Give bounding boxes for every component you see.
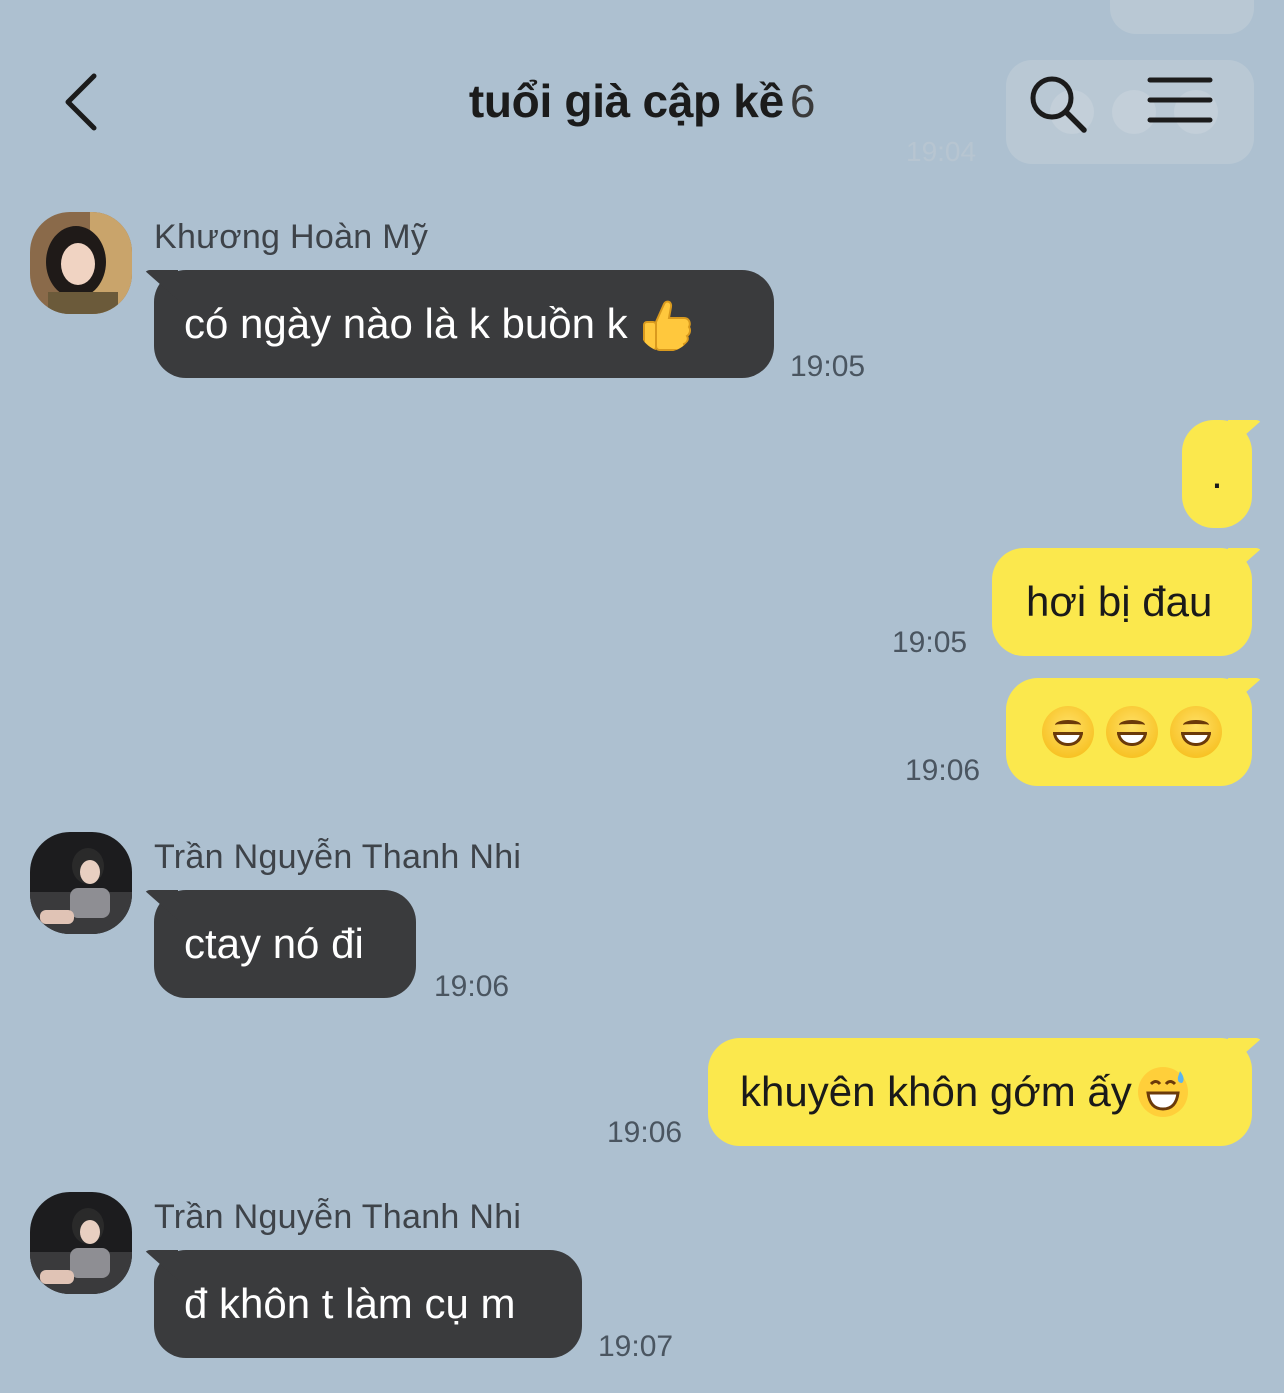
incoming-message-bubble[interactable]: đ khôn t làm cụ m — [154, 1250, 582, 1358]
outgoing-message-bubble[interactable]: hơi bị đau — [992, 548, 1252, 656]
thumbs-up-icon — [642, 300, 691, 351]
chat-title: tuổi già cập kề 6 — [0, 74, 1284, 128]
grinning-face-icon — [1170, 706, 1222, 758]
message-text: . — [1211, 450, 1223, 497]
search-icon[interactable] — [1026, 72, 1090, 136]
ghost-timestamp: 19:04 — [906, 136, 977, 167]
message-text: hơi bị đau — [1026, 578, 1213, 625]
message-text: có ngày nào là k buồn k — [184, 300, 628, 347]
message-timestamp: 19:05 — [892, 626, 968, 659]
outgoing-message-bubble[interactable]: . — [1182, 420, 1252, 528]
sender-name: Khương Hoàn Mỹ — [154, 218, 429, 256]
message-timestamp: 19:06 — [607, 1116, 683, 1149]
sender-name: Trần Nguyễn Thanh Nhi — [154, 838, 522, 876]
message-timestamp: 19:06 — [434, 970, 510, 1003]
ghost-bubble-top — [1110, 0, 1254, 34]
message-text: đ khôn t làm cụ m — [184, 1280, 516, 1327]
grinning-face-icon — [1042, 706, 1094, 758]
outgoing-message-bubble[interactable]: khuyên khôn gớm ấy — [708, 1038, 1252, 1146]
chat-room-name: tuổi già cập kề — [468, 75, 784, 127]
message-text: ctay nó đi — [184, 920, 364, 967]
avatar[interactable] — [30, 212, 132, 314]
incoming-message-bubble[interactable]: có ngày nào là k buồn k — [154, 270, 774, 378]
message-text: khuyên khôn gớm ấy — [740, 1068, 1132, 1115]
avatar[interactable] — [30, 1192, 132, 1294]
grinning-face-icon — [1106, 706, 1158, 758]
message-timestamp: 19:06 — [905, 754, 981, 787]
menu-icon[interactable] — [1146, 74, 1214, 130]
sender-name: Trần Nguyễn Thanh Nhi — [154, 1198, 522, 1236]
member-count: 6 — [789, 75, 816, 127]
message-timestamp: 19:07 — [598, 1330, 674, 1363]
grinning-face-with-sweat-icon — [1137, 1067, 1188, 1117]
message-timestamp: 19:05 — [790, 350, 866, 383]
avatar[interactable] — [30, 832, 132, 934]
incoming-message-bubble[interactable]: ctay nó đi — [154, 890, 416, 998]
outgoing-message-bubble[interactable] — [1006, 678, 1252, 786]
